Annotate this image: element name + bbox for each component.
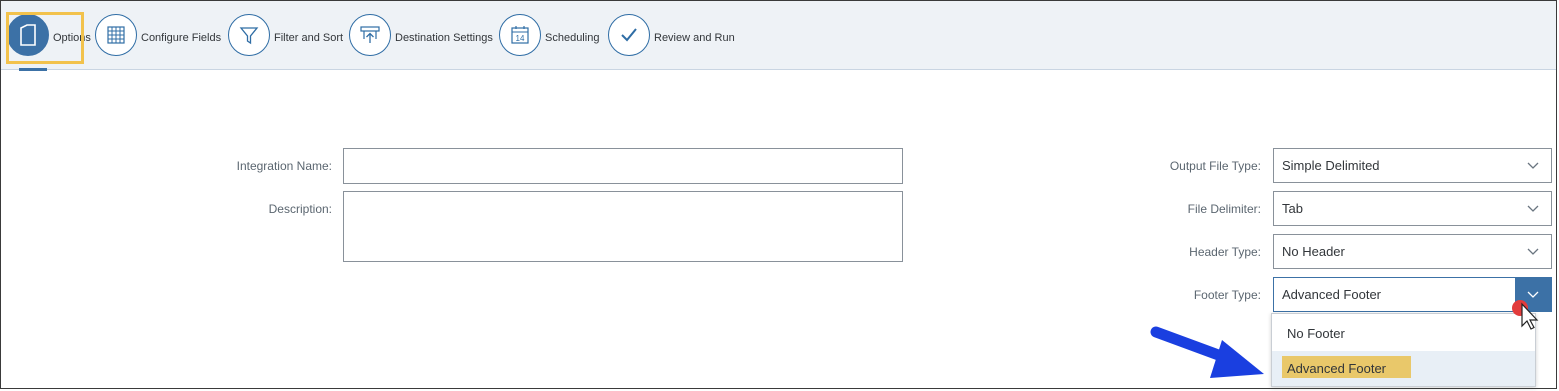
option-label: Advanced Footer: [1287, 361, 1387, 376]
grid-icon: [95, 14, 137, 56]
filter-icon: [228, 14, 270, 56]
chevron-down-icon: [1515, 192, 1551, 225]
chevron-down-icon: [1515, 235, 1551, 268]
dropdown-option-no-footer[interactable]: No Footer: [1272, 315, 1535, 350]
footer-type-dropdown-list: No Footer Advanced Footer: [1271, 313, 1536, 387]
step-filter-and-sort[interactable]: Filter and Sort: [228, 12, 343, 58]
output-file-type-select[interactable]: Simple Delimited: [1273, 148, 1552, 183]
chevron-down-icon: [1515, 149, 1551, 182]
step-label: Filter and Sort: [274, 32, 344, 44]
integration-name-input[interactable]: [343, 148, 903, 184]
output-file-type-value: Simple Delimited: [1282, 158, 1380, 173]
step-label: Review and Run: [654, 32, 735, 44]
footer-type-select[interactable]: Advanced Footer: [1273, 277, 1552, 312]
step-options[interactable]: Options: [7, 12, 91, 58]
calendar-day: 14: [516, 34, 525, 43]
wizard-steps-bar: Options Configure Fields Filter and Sort: [1, 1, 1557, 71]
step-scheduling[interactable]: 14 Scheduling: [499, 12, 599, 58]
active-step-indicator: [19, 68, 47, 71]
option-label: No Footer: [1287, 326, 1345, 341]
dropdown-option-advanced-footer[interactable]: Advanced Footer: [1272, 351, 1535, 386]
output-file-type-label: Output File Type:: [1169, 159, 1261, 173]
file-delimiter-select[interactable]: Tab: [1273, 191, 1552, 226]
footer-type-value: Advanced Footer: [1282, 287, 1382, 302]
footer-type-label: Footer Type:: [1193, 288, 1261, 302]
file-delimiter-value: Tab: [1282, 201, 1303, 216]
step-label: Options: [53, 32, 91, 44]
header-type-value: No Header: [1282, 244, 1345, 259]
header-type-label: Header Type:: [1189, 245, 1261, 259]
step-destination-settings[interactable]: Destination Settings: [349, 12, 493, 58]
step-review-and-run[interactable]: Review and Run: [608, 12, 735, 58]
file-delimiter-label: File Delimiter:: [1187, 202, 1261, 216]
header-type-select[interactable]: No Header: [1273, 234, 1552, 269]
annotation-arrow-icon: [1150, 326, 1264, 378]
upload-icon: [349, 14, 391, 56]
step-label: Configure Fields: [141, 32, 222, 44]
step-configure-fields[interactable]: Configure Fields: [95, 12, 221, 58]
description-textarea[interactable]: [343, 191, 903, 262]
step-label: Scheduling: [545, 32, 600, 44]
step-label: Destination Settings: [395, 32, 493, 44]
calendar-icon: 14: [499, 14, 541, 56]
checkmark-icon: [608, 14, 650, 56]
integration-name-label: Integration Name:: [236, 159, 332, 173]
document-icon: [7, 14, 49, 56]
chevron-down-icon[interactable]: [1515, 278, 1551, 311]
description-label: Description:: [268, 202, 332, 216]
